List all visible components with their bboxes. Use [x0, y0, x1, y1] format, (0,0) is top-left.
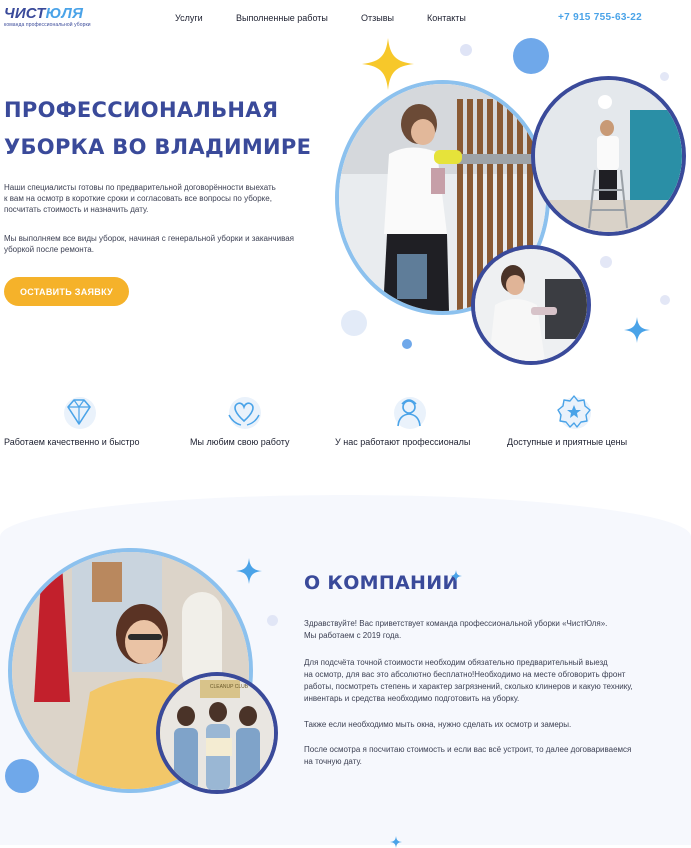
logo-part-1: ЧИСТ	[4, 5, 46, 22]
sparkle-icon	[362, 38, 414, 90]
feature-label: У нас работают профессионалы	[335, 437, 471, 447]
about-text-line: инвентарь и средства необходимо подготов…	[304, 694, 520, 703]
decor-bubble	[660, 72, 669, 81]
hero-text-line: к вам на осмотр в короткие сроки и согла…	[4, 194, 272, 203]
decor-bubble	[402, 339, 412, 349]
about-text-line: Здравствуйте! Вас приветствует команда п…	[304, 619, 608, 628]
sparkle-icon	[236, 558, 262, 584]
worker-icon	[394, 397, 426, 429]
sparkle-icon	[390, 836, 402, 848]
about-text-line: Мы работаем с 2019 года.	[304, 631, 402, 640]
about-paragraph-4: После осмотра я посчитаю стоимость и есл…	[304, 744, 664, 768]
nav-contacts[interactable]: Контакты	[427, 13, 466, 23]
nav-completed-works[interactable]: Выполненные работы	[236, 13, 328, 23]
hero-photo-desk	[471, 245, 591, 365]
decor-bubble	[660, 295, 670, 305]
about-paragraph-1: Здравствуйте! Вас приветствует команда п…	[304, 618, 664, 642]
decor-bubble	[600, 256, 612, 268]
about-text-line: Для подсчёта точной стоимости необходим …	[304, 658, 608, 667]
about-paragraph-2: Для подсчёта точной стоимости необходим …	[304, 657, 664, 705]
hero-paragraph-2: Мы выполняем все виды уборок, начиная с …	[4, 233, 324, 255]
nav-reviews[interactable]: Отзывы	[361, 13, 394, 23]
about-photo-team: CLEANUP CLUB	[156, 672, 278, 794]
decor-bubble	[513, 38, 549, 74]
hero-text-line: уборкой после ремонта.	[4, 245, 94, 254]
decor-bubble	[5, 759, 39, 793]
hero-title-line-2: УБОРКА ВО ВЛАДИМИРЕ	[4, 135, 312, 159]
about-title: О КОМПАНИИ	[304, 572, 459, 594]
feature-label: Работаем качественно и быстро	[4, 437, 140, 447]
about-text-line: на осмотр, для вас это абсолютно бесплат…	[304, 670, 626, 679]
about-text-line: После осмотра я посчитаю стоимость и есл…	[304, 745, 632, 754]
hero-photo-ladder	[531, 76, 686, 236]
hero-text-line: Мы выполняем все виды уборок, начиная с …	[4, 234, 295, 243]
about-text-line: работы, посмотреть степень и характер за…	[304, 682, 633, 691]
about-text-line: Также если необходимо мыть окна, нужно с…	[304, 720, 572, 729]
logo-tagline: команда профессиональной уборки	[4, 22, 91, 28]
logo[interactable]: ЧИСТЮЛЯ	[4, 6, 83, 22]
leave-request-button[interactable]: ОСТАВИТЬ ЗАЯВКУ	[4, 277, 129, 306]
badge-star-icon	[557, 395, 591, 429]
feature-label: Доступные и приятные цены	[507, 437, 628, 447]
sparkle-icon	[450, 570, 462, 582]
decor-bubble	[460, 44, 472, 56]
diamond-icon	[64, 397, 96, 429]
badge-text: CLEANUP CLUB	[209, 684, 249, 690]
hero-paragraph-1: Наши специалисты готовы по предварительн…	[4, 182, 324, 215]
about-text-line: на точную дату.	[304, 757, 362, 766]
feature-label: Мы любим свою работу	[190, 437, 290, 447]
hero-text-line: Наши специалисты готовы по предварительн…	[4, 183, 276, 192]
decor-bubble	[267, 615, 278, 626]
heart-hands-icon	[228, 397, 261, 429]
sparkle-icon	[624, 317, 650, 343]
about-paragraph-3: Также если необходимо мыть окна, нужно с…	[304, 719, 664, 731]
nav-services[interactable]: Услуги	[175, 13, 203, 23]
hero-text-line: посчитать стоимость и назначить дату.	[4, 205, 149, 214]
logo-part-2: ЮЛЯ	[45, 5, 84, 22]
decor-bubble	[341, 310, 367, 336]
hero-title-line-1: ПРОФЕССИОНАЛЬНАЯ	[4, 98, 279, 122]
phone-link[interactable]: +7 915 755-63-22	[558, 12, 642, 23]
